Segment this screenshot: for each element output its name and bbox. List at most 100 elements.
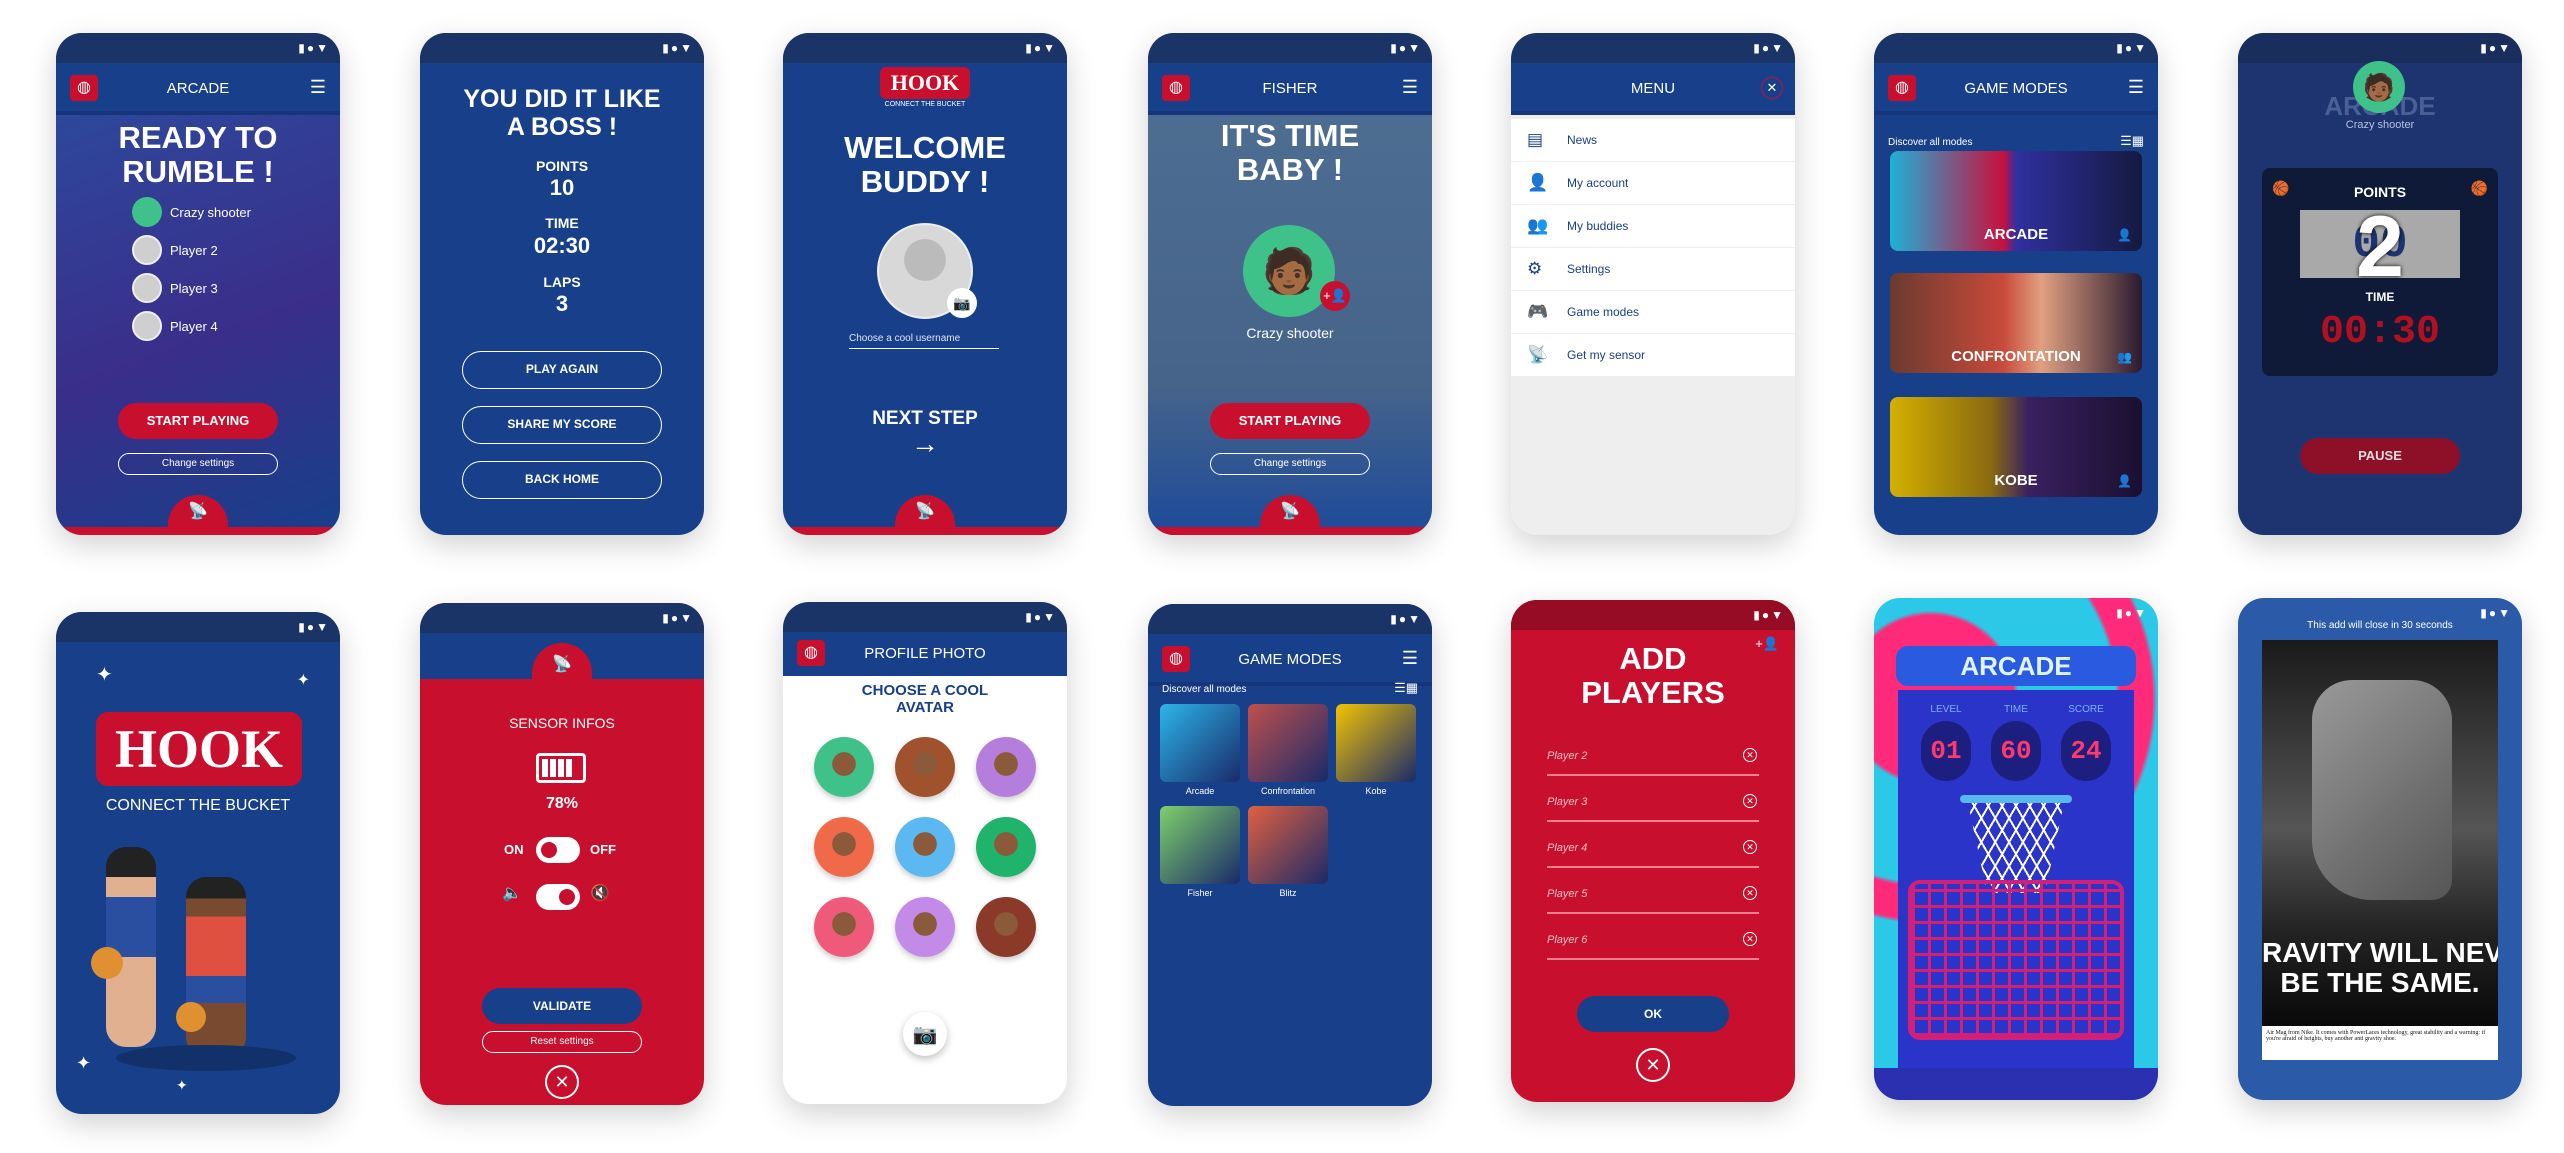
username-input[interactable]: Choose a cool username <box>849 333 999 349</box>
sensor-icon[interactable]: 📡 <box>895 495 955 529</box>
header-title: GAME MODES <box>1238 651 1342 668</box>
next-step-button[interactable]: NEXT STEP <box>783 408 1067 430</box>
power-toggle[interactable] <box>536 837 580 863</box>
card-label: CONFRONTATION <box>1951 348 2081 365</box>
pause-button[interactable]: PAUSE <box>2300 438 2460 474</box>
status-bar: ▮●▼ <box>420 603 704 633</box>
mode-thumbnail <box>1248 704 1328 782</box>
hamburger-menu-icon[interactable]: ☰ <box>1402 648 1418 669</box>
screen-profile-photo: ▮●▼ ◍ PROFILE PHOTO CHOOSE A COOL AVATAR … <box>783 602 1067 1104</box>
avatar-option[interactable] <box>894 897 955 957</box>
reset-settings-button[interactable]: Reset settings <box>482 1031 642 1053</box>
screen-add-players: ▮●▼ +👤 ADD PLAYERS Player 2 ✕ Player 3 ✕ Pla… <box>1511 600 1795 1102</box>
menu-item-my-buddies[interactable]: 👥 My buddies <box>1511 205 1795 248</box>
close-icon[interactable]: ✕ <box>1761 77 1783 99</box>
change-settings-button[interactable]: Change settings <box>1210 453 1370 475</box>
off-label: OFF <box>590 842 616 857</box>
player-name-input[interactable]: Player 5 ✕ <box>1547 868 1759 914</box>
menu-item-get-my-sensor[interactable]: 📡 Get my sensor <box>1511 334 1795 377</box>
app-header: ◍ GAME MODES ☰ <box>1148 634 1432 686</box>
discover-label: Discover all modes <box>1888 137 1973 148</box>
arcade-machine: LEVEL 01 TIME 60 SCORE 24 <box>1898 690 2134 1070</box>
camera-button[interactable]: 📷 <box>903 1012 947 1056</box>
menu-item-game-modes[interactable]: 🎮 Game modes <box>1511 291 1795 334</box>
star-icon: ✦ <box>296 672 310 689</box>
avatar-option[interactable] <box>894 817 955 877</box>
close-icon[interactable]: ✕ <box>1636 1048 1670 1082</box>
laps-value: 3 <box>555 291 569 316</box>
hamburger-menu-icon[interactable]: ☰ <box>310 77 326 98</box>
view-toggle-icon[interactable]: ☰▦ <box>1394 680 1418 696</box>
avatar-placeholder <box>132 235 162 265</box>
sensor-icon[interactable]: 📡 <box>1260 495 1320 529</box>
clear-icon[interactable]: ✕ <box>1743 748 1757 762</box>
sensor-icon[interactable]: 📡 <box>168 495 228 529</box>
mode-card-kobe[interactable]: KOBE 👤 <box>1890 397 2142 497</box>
change-settings-button[interactable]: Change settings <box>118 453 278 475</box>
avatar-option[interactable] <box>894 737 955 797</box>
player-row[interactable]: Player 4 <box>132 307 251 345</box>
mode-tile-confrontation[interactable]: Confrontation <box>1248 704 1328 796</box>
player-row[interactable]: Crazy shooter <box>132 193 251 231</box>
time-display: 00:30 <box>2319 310 2441 355</box>
ok-button[interactable]: OK <box>1577 996 1729 1032</box>
buddies-icon: 👥 <box>1527 216 1549 235</box>
arrow-right-icon[interactable]: → <box>783 428 1067 460</box>
avatar-option[interactable] <box>813 817 874 877</box>
player-name-input[interactable]: Player 2 ✕ <box>1547 730 1759 776</box>
avatar-option[interactable] <box>813 737 874 797</box>
header-title: GAME MODES <box>1964 80 2068 97</box>
mode-thumbnail <box>1248 806 1328 884</box>
clear-icon[interactable]: ✕ <box>1743 932 1757 946</box>
clear-icon[interactable]: ✕ <box>1743 794 1757 808</box>
input-placeholder: Player 6 <box>1547 934 1588 946</box>
avatar-option[interactable] <box>813 897 874 957</box>
start-playing-button[interactable]: START PLAYING <box>1210 403 1370 439</box>
clear-icon[interactable]: ✕ <box>1743 886 1757 900</box>
hamburger-menu-icon[interactable]: ☰ <box>2128 77 2144 98</box>
menu-item-news[interactable]: ▤ News <box>1511 119 1795 162</box>
mode-tile-fisher[interactable]: Fisher <box>1160 806 1240 898</box>
add-player-icon[interactable]: +👤 <box>1320 281 1350 311</box>
screen-advertisement: ▮●▼ This add will close in 30 seconds RA… <box>2238 598 2522 1100</box>
play-again-button[interactable]: PLAY AGAIN <box>462 351 662 389</box>
hamburger-menu-icon[interactable]: ☰ <box>1402 77 1418 98</box>
player-row[interactable]: Player 2 <box>132 231 251 269</box>
avatar-option[interactable] <box>976 737 1037 797</box>
avatar-option[interactable] <box>976 817 1037 877</box>
share-score-button[interactable]: SHARE MY SCORE <box>462 406 662 444</box>
menu-item-my-account[interactable]: 👤 My account <box>1511 162 1795 205</box>
player-name-input[interactable]: Player 4 ✕ <box>1547 822 1759 868</box>
avatar-grid <box>803 737 1047 957</box>
gear-icon: ⚙ <box>1527 259 1543 278</box>
clear-icon[interactable]: ✕ <box>1743 840 1757 854</box>
ad-image[interactable]: RAVITY WILL NEV BE THE SAME. Air Mag fro… <box>2262 640 2498 1060</box>
tagline: CONNECT THE BUCKET <box>884 101 966 108</box>
camera-icon[interactable]: 📷 <box>947 288 977 318</box>
player-row[interactable]: Player 3 <box>132 269 251 307</box>
back-home-button[interactable]: BACK HOME <box>462 461 662 499</box>
arcade-sign: ARCADE <box>1896 646 2136 686</box>
player-name-input[interactable]: Player 3 ✕ <box>1547 776 1759 822</box>
mode-tile-kobe[interactable]: Kobe <box>1336 704 1416 796</box>
avatar-option[interactable] <box>976 897 1037 957</box>
status-bar: ▮●▼ <box>1148 604 1432 634</box>
view-toggle-icon[interactable]: ☰▦ <box>2120 133 2144 149</box>
close-icon[interactable]: ✕ <box>545 1065 579 1099</box>
start-playing-button[interactable]: START PLAYING <box>118 403 278 439</box>
menu-item-settings[interactable]: ⚙ Settings <box>1511 248 1795 291</box>
sound-toggle[interactable] <box>536 884 580 910</box>
mode-card-confrontation[interactable]: CONFRONTATION 👥 <box>1890 273 2142 373</box>
mode-tile-arcade[interactable]: Arcade <box>1160 704 1240 796</box>
mode-tile-blitz[interactable]: Blitz <box>1248 806 1328 898</box>
screen-fisher: ▮●▼ ◍ FISHER ☰ IT'S TIME BABY ! 🧑🏾 +👤 Craz… <box>1148 33 1432 535</box>
mode-card-arcade[interactable]: ARCADE 👤 <box>1890 151 2142 251</box>
validate-button[interactable]: VALIDATE <box>482 988 642 1024</box>
player-name-input[interactable]: Player 6 ✕ <box>1547 914 1759 960</box>
avatar-placeholder <box>132 311 162 341</box>
header-title: MENU <box>1630 80 1676 97</box>
score-cell: SCORE 24 <box>2058 704 2114 781</box>
news-icon: ▤ <box>1527 130 1544 149</box>
hook-logo: HOOK <box>96 712 302 786</box>
status-bar: ▮●▼ <box>1148 33 1432 63</box>
